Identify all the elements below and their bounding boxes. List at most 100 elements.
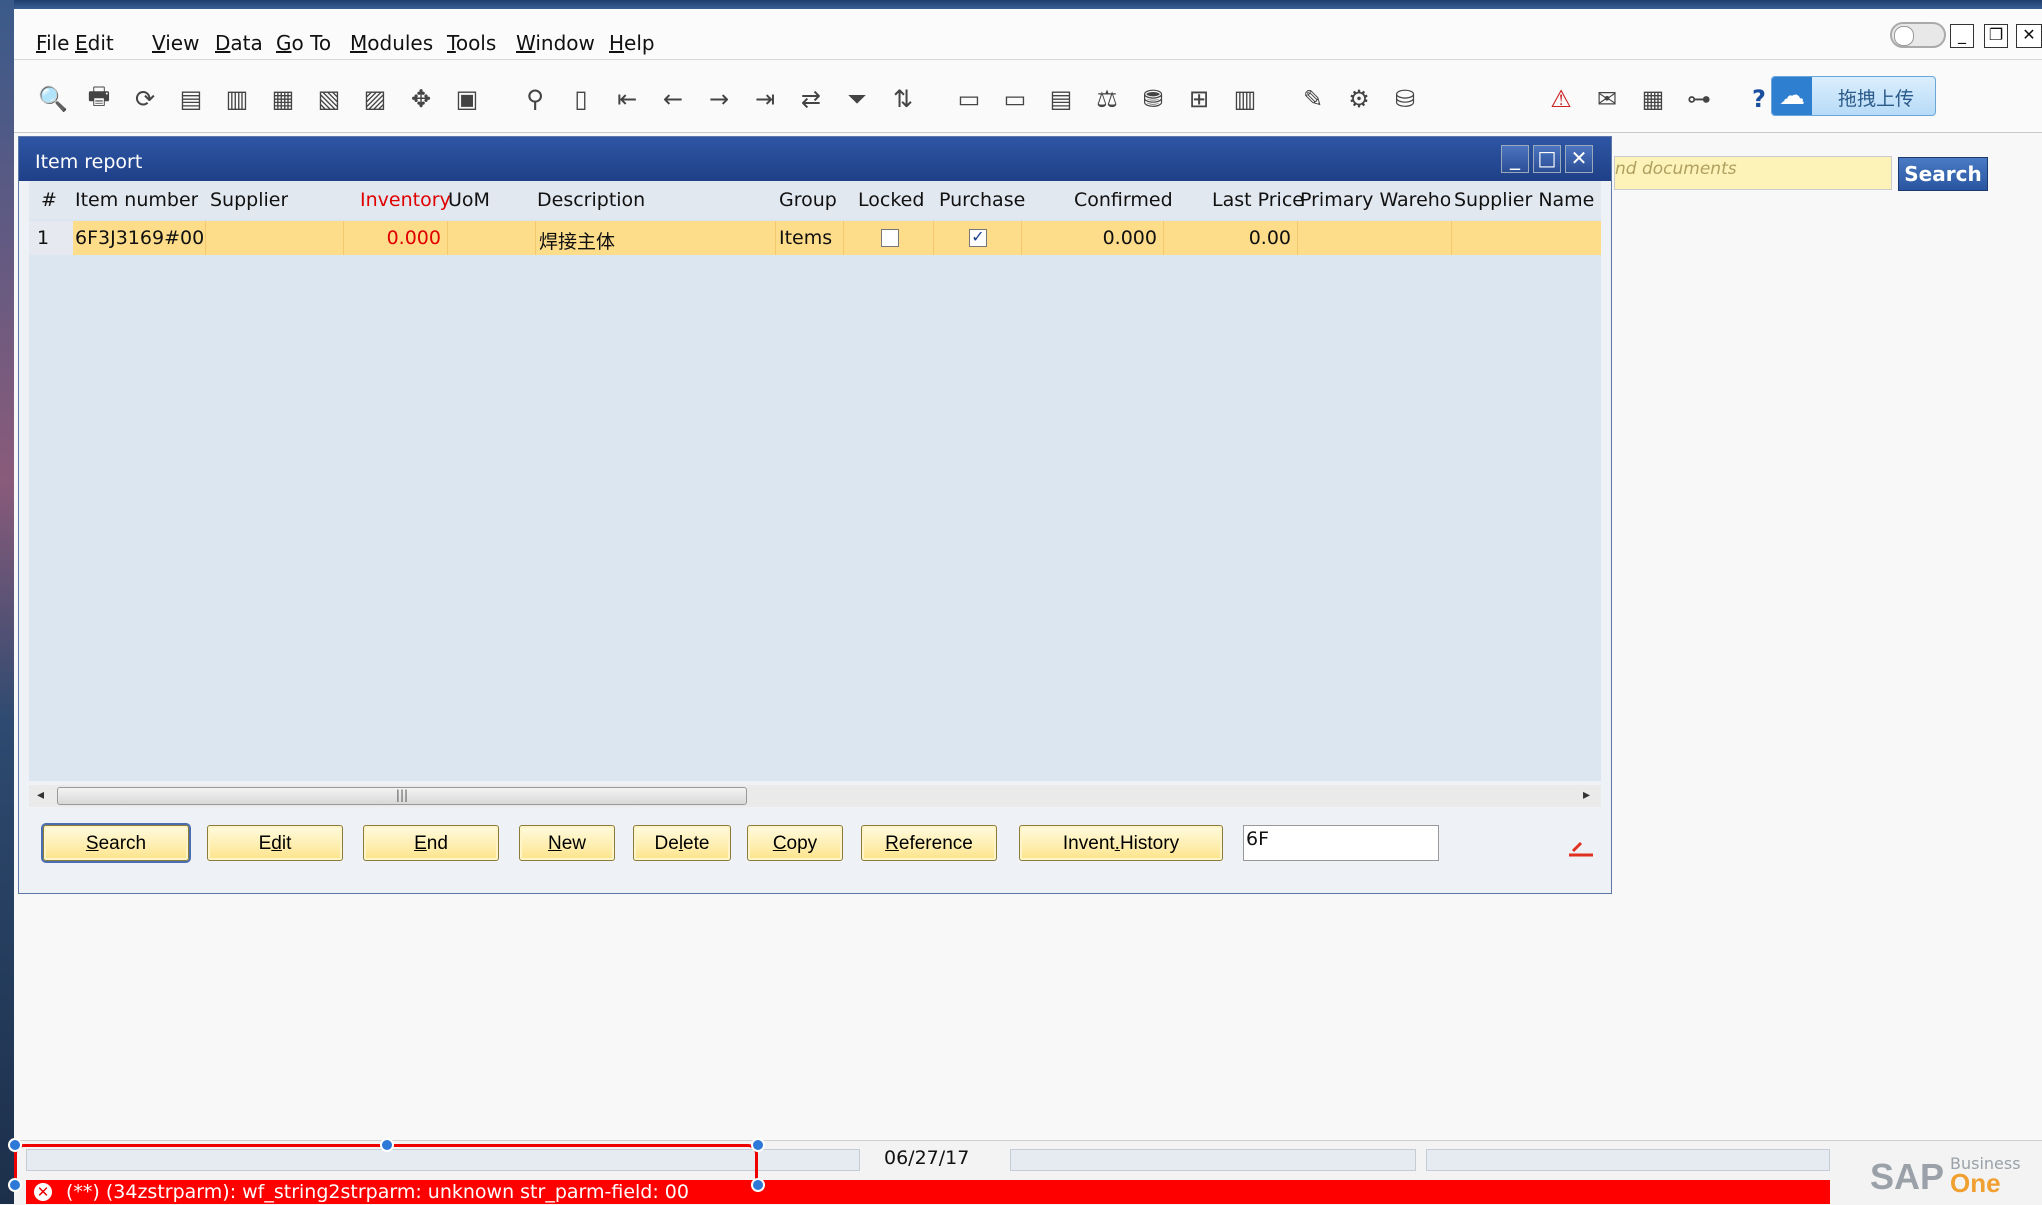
resize-grip-icon[interactable] bbox=[1567, 837, 1595, 857]
edit-button[interactable]: Edit bbox=[207, 825, 343, 861]
new-button[interactable]: New bbox=[519, 825, 615, 861]
maximize-window-button[interactable]: □ bbox=[1533, 145, 1561, 173]
col-header-confirmed[interactable]: Confirmed bbox=[1074, 189, 1173, 211]
reference-button[interactable]: Reference bbox=[861, 825, 997, 861]
copy-button[interactable]: Copy bbox=[747, 825, 843, 861]
selection-handle[interactable] bbox=[751, 1178, 765, 1192]
find-icon[interactable]: ⚲ bbox=[518, 82, 552, 116]
form-settings-icon[interactable]: ▣ bbox=[450, 82, 484, 116]
menu-help[interactable]: Help bbox=[609, 31, 655, 55]
add-icon[interactable]: ▯ bbox=[564, 82, 598, 116]
col-header-inventory[interactable]: Inventory bbox=[360, 189, 451, 211]
col-header-last-price[interactable]: Last Price bbox=[1212, 189, 1304, 211]
menu-edit[interactable]: Edit bbox=[75, 31, 114, 55]
menu-tools[interactable]: Tools bbox=[447, 31, 496, 55]
menu-view[interactable]: View bbox=[152, 31, 199, 55]
base-document-icon[interactable]: ▭ bbox=[952, 82, 986, 116]
menu-window[interactable]: Window bbox=[516, 31, 595, 55]
message-icon[interactable]: ✉ bbox=[1590, 82, 1624, 116]
minimize-window-button[interactable]: _ bbox=[1501, 145, 1529, 173]
menu-modules[interactable]: Modules bbox=[350, 31, 433, 55]
toggle-switch[interactable] bbox=[1890, 22, 1946, 48]
calendar-icon[interactable]: ▦ bbox=[1636, 82, 1670, 116]
alert-icon[interactable]: ⚠ bbox=[1544, 82, 1578, 116]
col-header-supplier[interactable]: Supplier bbox=[210, 189, 288, 211]
row-number-cell[interactable] bbox=[29, 221, 73, 255]
upload-button[interactable]: ☁ 拖拽上传 bbox=[1771, 76, 1936, 116]
scroll-right-icon[interactable]: ▸ bbox=[1583, 787, 1590, 803]
gross-profit-icon[interactable]: ▤ bbox=[1044, 82, 1078, 116]
last-record-icon[interactable]: ⇥ bbox=[748, 82, 782, 116]
refresh-icon[interactable]: ⟳ bbox=[128, 82, 162, 116]
purchase-checkbox[interactable]: ✓ bbox=[969, 229, 987, 247]
cell-group[interactable]: Items bbox=[779, 227, 832, 249]
word-icon[interactable]: ▧ bbox=[312, 82, 346, 116]
next-record-icon[interactable]: → bbox=[702, 82, 736, 116]
col-header-uom[interactable]: UoM bbox=[448, 189, 490, 211]
selection-handle[interactable] bbox=[8, 1178, 22, 1192]
upload-label: 拖拽上传 bbox=[1838, 88, 1915, 110]
volume-weight-icon[interactable]: ⚖ bbox=[1090, 82, 1124, 116]
database-icon[interactable]: ⛁ bbox=[1388, 82, 1422, 116]
printer2-icon[interactable]: ▥ bbox=[220, 82, 254, 116]
locked-checkbox[interactable] bbox=[881, 229, 899, 247]
sap-business-one-logo: SAP Business One bbox=[1870, 1150, 2021, 1200]
pdf-icon[interactable]: ▨ bbox=[358, 82, 392, 116]
col-header-num[interactable]: # bbox=[41, 189, 57, 211]
close-window-button[interactable]: ✕ bbox=[1565, 145, 1593, 173]
refresh-sync-icon[interactable]: ⇄ bbox=[794, 82, 828, 116]
menu-data[interactable]: Data bbox=[215, 31, 263, 55]
print-icon[interactable]: 🖶 bbox=[82, 82, 116, 116]
menu-goto[interactable]: Go To bbox=[276, 31, 331, 55]
item-report-window: Item report _ □ ✕ # Item number Supplier… bbox=[18, 136, 1612, 894]
preview-icon[interactable]: 🔍 bbox=[36, 82, 70, 116]
col-header-supplier-name[interactable]: Supplier Name bbox=[1454, 189, 1594, 211]
edit-icon[interactable]: ✎ bbox=[1296, 82, 1330, 116]
error-message: (**) (34zstrparm): wf_string2strparm: un… bbox=[66, 1181, 689, 1203]
cell-item-number[interactable]: 6F3J3169#00 bbox=[75, 227, 204, 249]
col-header-purchase[interactable]: Purchase bbox=[939, 189, 1025, 211]
table-row[interactable]: 1 6F3J3169#00 0.000 焊接主体 Items ✓ 0.000 0… bbox=[29, 221, 1601, 255]
relationship-map-icon[interactable]: ⊞ bbox=[1182, 82, 1216, 116]
cell-confirmed[interactable]: 0.000 bbox=[1029, 227, 1157, 249]
invent-history-button[interactable]: Invent.History bbox=[1019, 825, 1223, 861]
money-icon[interactable]: ⛃ bbox=[1136, 82, 1170, 116]
scrollbar-thumb[interactable]: ||| bbox=[57, 787, 747, 805]
excel-icon[interactable]: ▦ bbox=[266, 82, 300, 116]
col-header-locked[interactable]: Locked bbox=[858, 189, 924, 211]
find-documents-input[interactable]: nd documents bbox=[1614, 156, 1892, 190]
previous-record-icon[interactable]: ← bbox=[656, 82, 690, 116]
col-header-item-number[interactable]: Item number bbox=[75, 189, 198, 211]
filter-icon[interactable]: ⏷ bbox=[840, 82, 874, 116]
org-chart-icon[interactable]: ⊶ bbox=[1682, 82, 1716, 116]
end-button[interactable]: End bbox=[363, 825, 499, 861]
fax-icon[interactable]: ▤ bbox=[174, 82, 208, 116]
item-report-titlebar[interactable]: Item report _ □ ✕ bbox=[19, 137, 1611, 181]
first-record-icon[interactable]: ⇤ bbox=[610, 82, 644, 116]
filter-input[interactable]: 6F bbox=[1243, 825, 1439, 861]
settings-icon[interactable]: ⚙ bbox=[1342, 82, 1376, 116]
selection-handle[interactable] bbox=[751, 1138, 765, 1152]
cell-description[interactable]: 焊接主体 bbox=[539, 227, 615, 254]
delete-button[interactable]: Delete bbox=[633, 825, 731, 861]
col-header-group[interactable]: Group bbox=[779, 189, 837, 211]
move-icon[interactable]: ✥ bbox=[404, 82, 438, 116]
close-app-button[interactable]: ✕ bbox=[2016, 24, 2042, 48]
selection-handle[interactable] bbox=[8, 1138, 22, 1152]
col-header-primary-warehouse[interactable]: Primary Warehou bbox=[1300, 189, 1450, 211]
restore-app-button[interactable]: ❐ bbox=[1984, 24, 2008, 48]
menu-file[interactable]: File bbox=[36, 31, 69, 55]
sort-icon[interactable]: ⇅ bbox=[886, 82, 920, 116]
minimize-app-button[interactable]: _ bbox=[1950, 24, 1974, 48]
search-button[interactable]: Search bbox=[43, 825, 189, 861]
selection-handle[interactable] bbox=[380, 1138, 394, 1152]
col-header-description[interactable]: Description bbox=[537, 189, 645, 211]
error-message-bar[interactable]: ✕ (**) (34zstrparm): wf_string2strparm: … bbox=[26, 1180, 1830, 1204]
top-search-button[interactable]: Search bbox=[1898, 157, 1988, 191]
book-icon[interactable]: ▥ bbox=[1228, 82, 1262, 116]
cell-last-price[interactable]: 0.00 bbox=[1169, 227, 1291, 249]
target-document-icon[interactable]: ▭ bbox=[998, 82, 1032, 116]
cell-inventory[interactable]: 0.000 bbox=[355, 227, 441, 249]
scroll-left-icon[interactable]: ◂ bbox=[37, 787, 44, 803]
horizontal-scrollbar[interactable]: ◂ ||| ▸ bbox=[29, 785, 1601, 807]
